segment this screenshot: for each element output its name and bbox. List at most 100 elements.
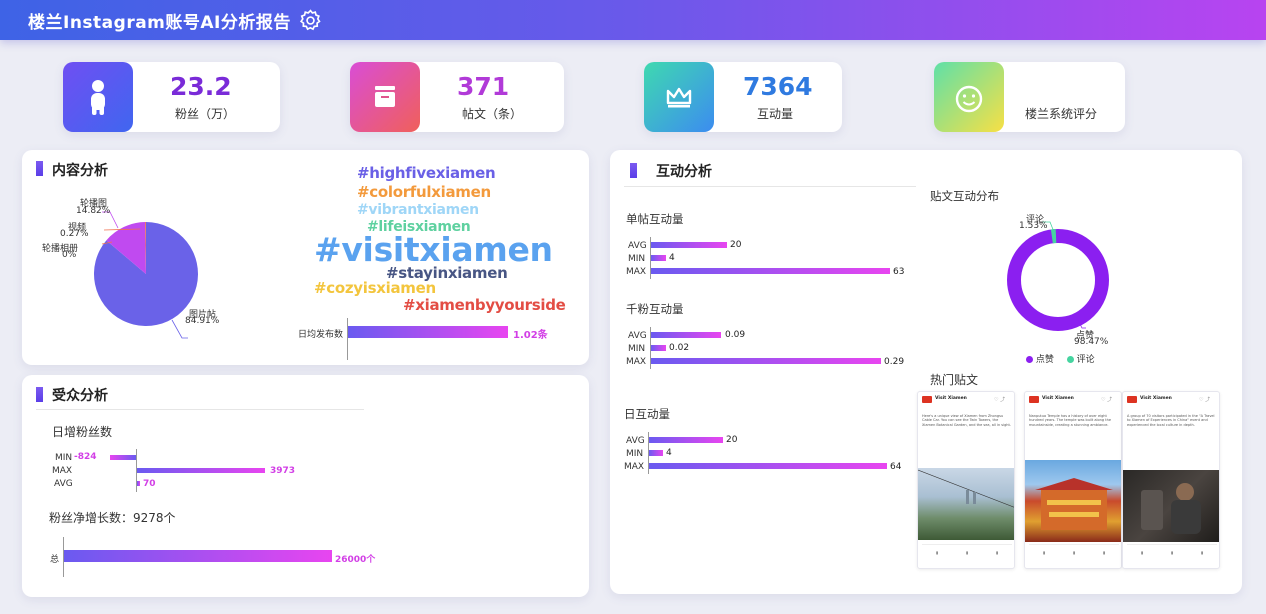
post-image [1123,470,1219,542]
post-text: Here's a unique view of Xiamen from Zhon… [922,414,1011,427]
post-stats: ▮ ▮ ▮ [1140,550,1204,555]
max-bar [137,468,265,473]
avg-bar [137,481,140,486]
row-label: MIN [628,254,646,264]
crown-icon [644,62,714,132]
page-title: 楼兰Instagram账号AI分析报告 [28,13,291,33]
divider [1029,544,1119,545]
post-text: Nanputuo Temple has a history of over ei… [1029,414,1111,427]
row-value: 4 [666,448,672,458]
row-value: 0.09 [725,330,746,340]
gear-icon[interactable] [298,8,323,33]
kpi-followers: 23.2 粉丝（万） [63,62,280,132]
row-label: AVG [628,241,647,251]
post-stats: ▮ ▮ ▮ [1042,550,1106,555]
hashtag[interactable]: #cozyisxiamen [314,279,436,297]
post-card[interactable]: Visit Xiamen ♡ ⤴ A group of 70 visitors … [1122,391,1220,569]
divider [1127,544,1217,545]
pie-pct: 0.27% [60,229,89,239]
post-account: Visit Xiamen [1140,396,1172,401]
bar [649,463,887,469]
section-title: 受众分析 [52,388,108,404]
subsection-title: 单帖互动量 [626,212,684,226]
row-value: 0.02 [669,343,690,353]
kpi-value: 7364 [743,72,813,101]
post-image [918,468,1014,540]
hashtag[interactable]: #vibrantxiamen [357,202,479,218]
pie-pct: 0% [62,250,77,260]
donut-pct: 1.53% [1019,221,1048,231]
row-label: AVG [54,479,73,489]
post-image [1025,460,1121,542]
kpi-label: 粉丝（万） [175,107,236,121]
section-title: 互动分析 [656,164,712,180]
pie-pct: 14.82% [76,206,111,216]
page-header: 楼兰Instagram账号AI分析报告 [0,0,1266,40]
section-marker [36,387,43,402]
share-icon[interactable]: ♡ ⤴ [1101,396,1112,403]
bar [651,242,727,248]
content-analysis-card: 内容分析 轮播图 14.82% 视频 0.27% 轮播相册 0% 图片帖 84.… [22,150,589,365]
row-label: MIN [628,344,646,354]
hashtag[interactable]: #highfivexiamen [357,164,496,182]
divider [624,186,916,187]
hashtag[interactable]: #colorfulxiamen [357,183,491,201]
total-bar [64,550,332,562]
post-card[interactable]: Visit Xiamen ♡ ⤴ Nanputuo Temple has a h… [1024,391,1122,569]
hot-posts-title: 热门贴文 [930,373,979,387]
kpi-label: 楼兰系统评分 [1025,107,1098,121]
row-value: 63 [893,267,905,277]
total-value: 26000个 [335,555,376,565]
share-icon[interactable]: ♡ ⤴ [1199,396,1210,403]
kpi-posts: 371 帖文（条） [350,62,564,132]
post-account: Visit Xiamen [935,396,967,401]
row-label: MAX [52,466,73,476]
row-label: MAX [624,462,645,472]
interaction-analysis-card: 互动分析 单帖互动量 AVG 20 MIN 4 MAX 63 千粉互动量 AVG… [610,150,1242,594]
donut-title: 贴文互动分布 [930,189,999,203]
pie-pct: 84.91% [185,316,220,326]
row-value: 64 [890,462,902,472]
pie-chart [93,211,198,339]
inbox-icon [350,62,420,132]
row-value: 4 [669,253,675,263]
divider [36,409,364,410]
row-label: AVG [628,331,647,341]
donut-chart [1007,221,1109,331]
post-text: A group of 70 visitors participated in t… [1127,414,1215,427]
section-marker [630,163,637,178]
post-account: Visit Xiamen [1042,396,1074,401]
bar [651,332,721,338]
divider [922,544,1012,545]
person-icon [63,62,133,132]
post-card[interactable]: Visit Xiamen ♡ ⤴ Here's a unique view of… [917,391,1015,569]
avatar [1127,396,1137,403]
row-label: MIN [55,453,73,463]
audience-analysis-card: 受众分析 日增粉丝数 MIN -824 MAX 3973 AVG 70 粉丝净增… [22,375,589,597]
donut-legend: 点赞 评论 [1026,352,1095,365]
bar [649,450,663,456]
bar [651,345,666,351]
row-value: 70 [143,479,156,489]
bar [651,255,666,261]
row-label: AVG [626,436,645,446]
subsection-title: 日互动量 [624,407,670,421]
hashtag[interactable]: #xiamenbyyourside [403,296,566,314]
total-label: 总 [50,555,60,565]
subsection-title: 日增粉丝数 [52,425,113,439]
legend-label: 评论 [1076,355,1095,365]
legend-dot [1026,356,1033,363]
bar [651,358,881,364]
kpi-label: 互动量 [757,107,794,121]
smile-icon [934,62,1004,132]
row-value: 3973 [270,466,296,476]
row-value: -824 [74,452,97,462]
bar [649,437,723,443]
row-label: MIN [626,449,644,459]
post-stats: ▮ ▮ ▮ [935,550,999,555]
share-icon[interactable]: ♡ ⤴ [994,396,1005,403]
section-title: 内容分析 [52,163,108,179]
row-value: 20 [730,240,742,250]
daily-post-value: 1.02条 [513,330,548,341]
kpi-label: 帖文（条） [462,107,523,121]
